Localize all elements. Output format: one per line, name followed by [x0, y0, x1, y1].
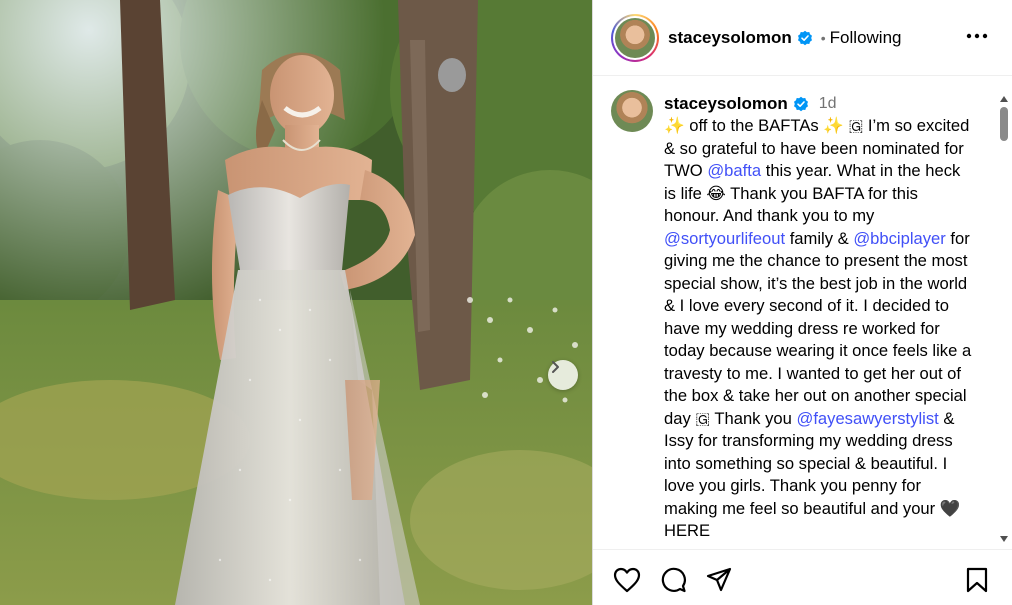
username-link[interactable]: staceysolomon [668, 28, 792, 48]
more-icon [966, 33, 988, 39]
following-button[interactable]: Following [830, 28, 902, 48]
verified-badge-icon [793, 96, 809, 112]
scroll-up-icon [1000, 96, 1008, 102]
caption-segment: family & [785, 228, 854, 248]
header-user: staceysolomon • Following [668, 28, 901, 48]
like-button[interactable] [613, 566, 641, 594]
scroll-up-arrow[interactable] [998, 95, 1010, 105]
scroll-down-arrow[interactable] [998, 535, 1010, 545]
post-header: staceysolomon • Following [593, 0, 1012, 76]
comment-icon [661, 567, 686, 593]
avatar-frame [613, 16, 657, 60]
share-icon [706, 567, 732, 592]
mention-link[interactable]: @fayesawyerstylist [796, 409, 938, 428]
post-timestamp[interactable]: 1d [819, 95, 837, 113]
caption-segment: & Issy for transforming my wedding dress… [664, 408, 966, 541]
caption-segment: for giving me the chance to present the … [664, 228, 976, 428]
next-photo-button[interactable] [548, 360, 578, 390]
avatar-story-ring[interactable] [611, 14, 659, 62]
mention-link[interactable]: @bbciplayer [853, 229, 945, 248]
scroll-thumb[interactable] [1000, 107, 1008, 141]
verified-badge-icon [797, 30, 813, 46]
avatar [615, 18, 655, 58]
chevron-right-icon [552, 361, 559, 373]
bookmark-icon [966, 567, 988, 593]
post-photo[interactable] [0, 0, 592, 605]
caption-scroll-area[interactable]: staceysolomon 1d ✨ off to the BAFTAs ✨ 🇬… [593, 77, 993, 549]
scroll-down-icon [1000, 536, 1008, 542]
photo-illustration [0, 0, 592, 605]
comment-button[interactable] [659, 566, 687, 594]
caption-text: ✨ off to the BAFTAs ✨ 🇬 I’m so excited &… [664, 115, 976, 543]
caption-avatar[interactable] [611, 90, 653, 132]
caption-scrollbar[interactable] [996, 95, 1012, 545]
share-button[interactable] [705, 566, 733, 594]
more-options-button[interactable] [965, 24, 989, 48]
mention-link[interactable]: @bafta [707, 161, 761, 180]
post-detail-panel: staceysolomon • Following staceysolomon [592, 0, 1012, 605]
save-button[interactable] [963, 566, 991, 594]
caption-username-link[interactable]: staceysolomon [664, 94, 788, 114]
heart-icon [613, 567, 641, 593]
action-bar [593, 549, 1012, 605]
separator-dot: • [820, 30, 826, 46]
caption-header: staceysolomon 1d [664, 94, 837, 114]
mention-link[interactable]: @sortyourlifeout [664, 229, 785, 248]
